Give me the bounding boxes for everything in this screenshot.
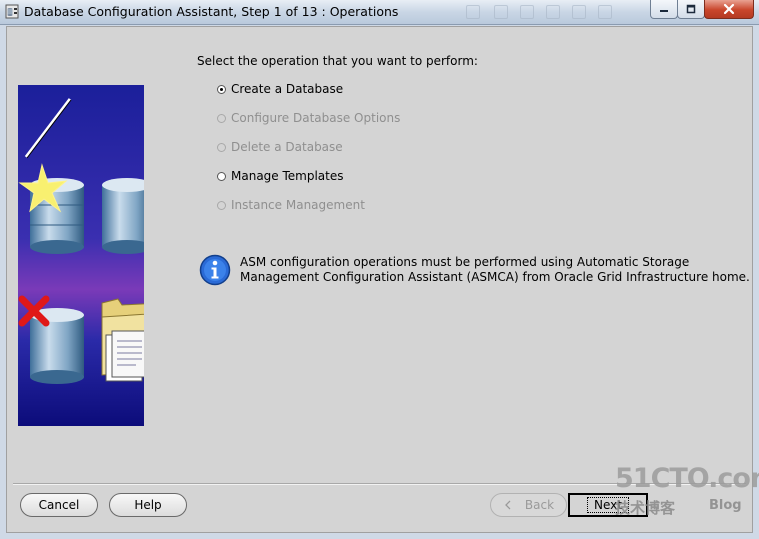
database-app-icon [5, 4, 19, 19]
radio-button [217, 142, 226, 152]
info-line: Management Configuration Assistant (ASMC… [240, 270, 750, 284]
next-label: Next [587, 497, 629, 513]
asm-info-message: ASM configuration operations must be per… [240, 255, 750, 285]
window-title: Database Configuration Assistant, Step 1… [24, 4, 399, 19]
info-line: ASM configuration operations must be per… [240, 255, 690, 269]
maximize-button[interactable] [677, 0, 705, 19]
maximize-icon [686, 4, 696, 14]
radio-button[interactable] [217, 84, 226, 94]
radio-label: Instance Management [231, 198, 365, 212]
radio-button [217, 200, 226, 210]
back-label: Back [524, 498, 555, 512]
ghost-icon [598, 5, 612, 19]
operation-prompt: Select the operation that you want to pe… [197, 54, 478, 68]
help-button[interactable]: Help [109, 493, 187, 517]
wizard-illustration [18, 85, 144, 426]
next-button[interactable]: Next [568, 493, 648, 517]
ghost-icon [572, 5, 586, 19]
dialog-body: Select the operation that you want to pe… [6, 26, 753, 533]
radio-label: Create a Database [231, 82, 344, 96]
documents-icon [105, 330, 144, 382]
ghost-icon [520, 5, 534, 19]
title-bar: Database Configuration Assistant, Step 1… [0, 0, 759, 25]
ghost-icon [466, 5, 480, 19]
divider [13, 483, 746, 485]
radio-delete-database: Delete a Database [217, 139, 343, 155]
radio-configure-database-options: Configure Database Options [217, 110, 400, 126]
radio-instance-management: Instance Management [217, 197, 365, 213]
close-icon [723, 3, 735, 15]
minimize-button[interactable] [650, 0, 678, 19]
radio-label: Configure Database Options [231, 111, 401, 125]
minimize-icon [660, 10, 668, 12]
info-icon [199, 254, 231, 286]
chevron-left-icon [505, 500, 511, 510]
radio-manage-templates[interactable]: Manage Templates [217, 168, 344, 184]
radio-label: Delete a Database [231, 140, 343, 154]
back-button: Back [490, 493, 567, 517]
radio-button [217, 113, 226, 123]
ghost-icon [494, 5, 508, 19]
radio-label: Manage Templates [231, 169, 344, 183]
cancel-button[interactable]: Cancel [20, 493, 98, 517]
radio-button[interactable] [217, 171, 226, 181]
database-cylinder-icon [102, 178, 144, 254]
radio-create-database[interactable]: Create a Database [217, 81, 343, 97]
ghost-icon [546, 5, 560, 19]
close-button[interactable] [704, 0, 754, 19]
